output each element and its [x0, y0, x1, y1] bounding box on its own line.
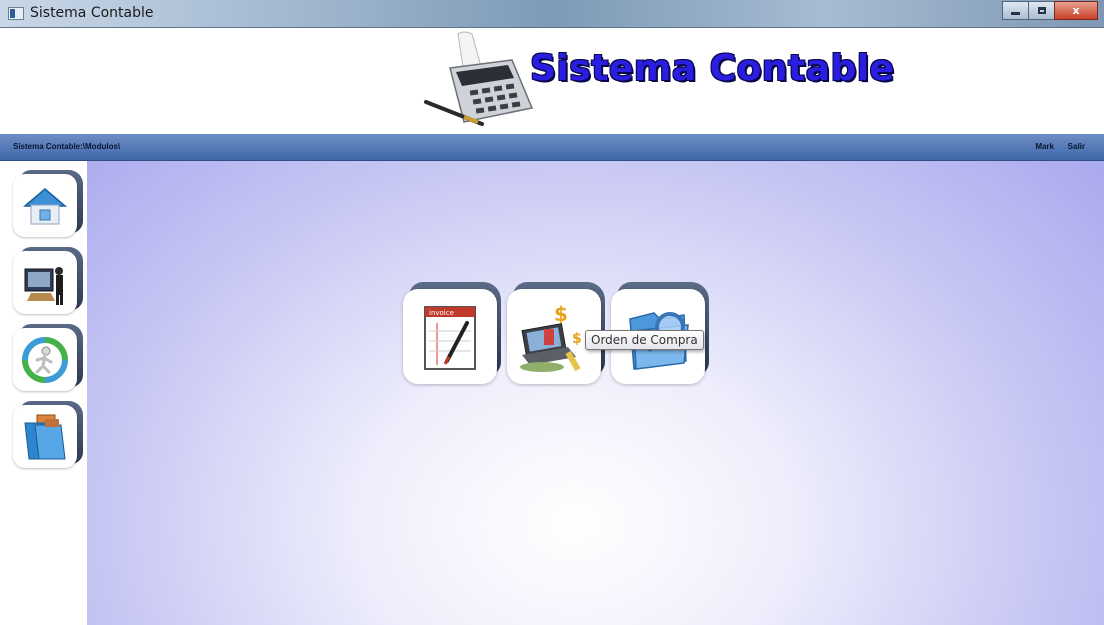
recycle-runner-icon — [22, 336, 68, 383]
window-controls: x — [1002, 1, 1098, 20]
logout-link[interactable]: Salir — [1068, 142, 1085, 151]
app-icon — [8, 7, 24, 20]
close-button[interactable]: x — [1054, 1, 1098, 20]
window-title: Sistema Contable — [30, 5, 154, 21]
breadcrumb: Sistema Contable:\Modulos\ — [13, 142, 121, 151]
window-titlebar: Sistema Contable x — [0, 0, 1104, 28]
navigation-bar: Sistema Contable:\Modulos\ Mark Salir — [0, 134, 1104, 161]
invoice-icon: invoice — [424, 305, 476, 370]
sidebar-item-office[interactable] — [13, 247, 83, 314]
minimize-icon — [1011, 12, 1020, 15]
svg-text:$: $ — [554, 302, 568, 326]
office-person-icon — [24, 266, 63, 305]
calculator-icon — [424, 31, 534, 126]
app-header: Sistema Contable — [0, 28, 1104, 134]
sidebar-item-process[interactable] — [13, 324, 83, 391]
app-logo-title: Sistema Contable — [530, 48, 895, 89]
svg-text:invoice: invoice — [429, 309, 454, 317]
maximize-icon — [1037, 7, 1046, 14]
sidebar — [0, 161, 87, 625]
module-invoice[interactable]: invoice — [403, 282, 501, 384]
close-icon: x — [1072, 4, 1080, 17]
modules-area: invoice $ $ Orden de Compra — [87, 161, 1104, 625]
sidebar-item-files[interactable] — [13, 401, 83, 468]
maximize-button[interactable] — [1028, 1, 1055, 20]
sidebar-item-home[interactable] — [13, 170, 83, 237]
purchase-order-icon: $ $ — [520, 302, 582, 372]
minimize-button[interactable] — [1002, 1, 1029, 20]
svg-text:$: $ — [572, 331, 582, 347]
user-link[interactable]: Mark — [1035, 142, 1054, 151]
module-tooltip: Orden de Compra — [585, 330, 704, 350]
home-icon — [22, 187, 68, 224]
folders-icon — [24, 414, 66, 459]
